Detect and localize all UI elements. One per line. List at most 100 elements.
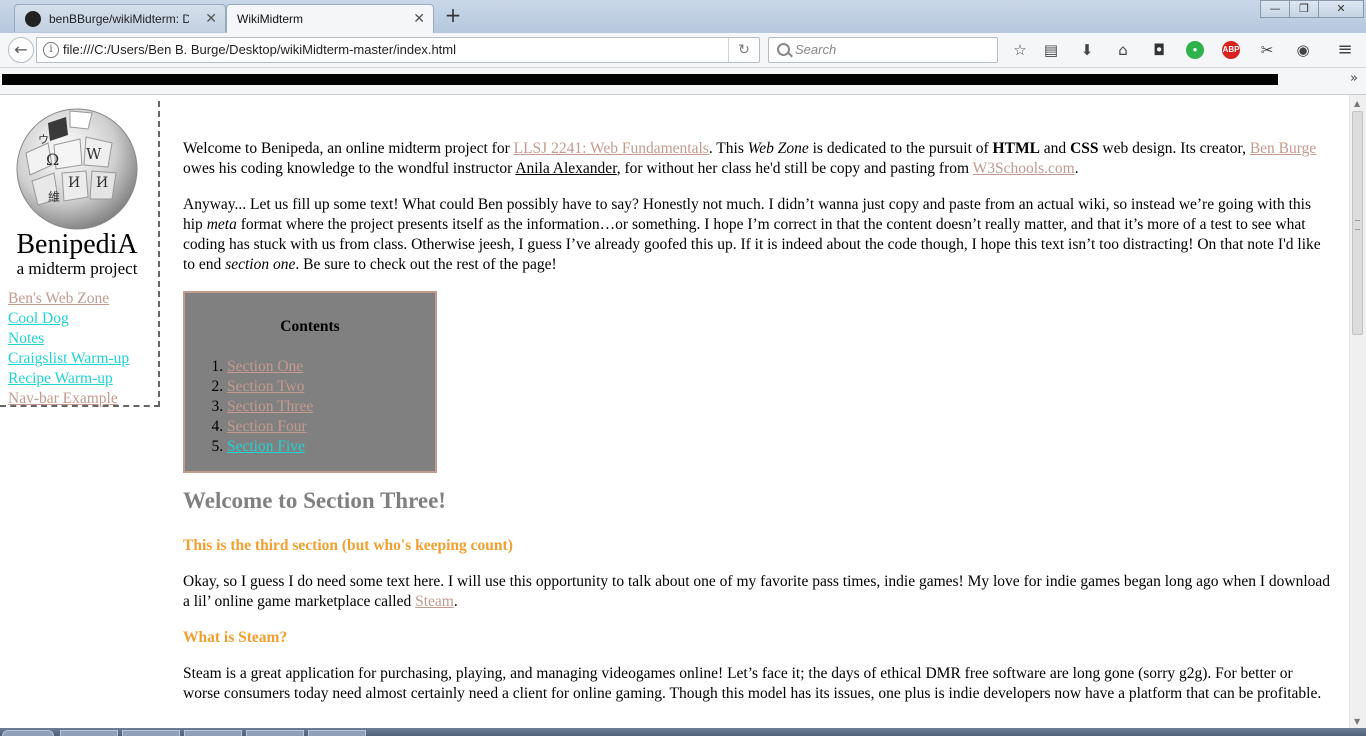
ben-burge-link[interactable]: Ben Burge [1250, 140, 1316, 157]
contents-link-section-three[interactable]: Section Three [227, 398, 313, 415]
w3schools-link[interactable]: W3Schools.com [973, 160, 1075, 177]
taskbar-item[interactable] [184, 730, 242, 736]
anila-alexander-link[interactable]: Anila Alexander [515, 160, 616, 177]
url-text[interactable]: file:///C:/Users/Ben B. Burge/Desktop/wi… [63, 38, 456, 62]
contents-link-section-two[interactable]: Section Two [227, 378, 304, 395]
tab-wikimidterm[interactable]: WikiMidterm ✕ [226, 4, 434, 33]
start-button[interactable] [2, 730, 54, 736]
home-icon[interactable]: ⌂ [1114, 41, 1132, 59]
reading-list-icon[interactable]: ▤ [1042, 41, 1060, 59]
grip-icon [1355, 220, 1360, 230]
intro-bold: HTML [992, 140, 1040, 157]
bookmarks-bar: » [0, 68, 1366, 95]
site-name: BenipediA [16, 229, 138, 260]
svg-text:И: И [96, 175, 108, 191]
taskbar [0, 728, 1366, 736]
intro-text: . This [708, 140, 748, 157]
svg-text:Ω: Ω [46, 150, 59, 169]
tab-strip: benBBurge/wikiMidterm: Du ✕ WikiMidterm … [0, 0, 1366, 34]
vertical-scrollbar[interactable]: ▲ ▼ [1349, 95, 1366, 728]
back-button[interactable]: ← [8, 37, 34, 63]
window-close-button[interactable]: ✕ [1318, 0, 1364, 18]
intro-text: owes his coding knowledge to the wondful… [183, 160, 516, 177]
pocket-icon[interactable]: ◘ [1150, 41, 1168, 59]
page-info-icon[interactable]: i [43, 42, 59, 58]
intro-text: Welcome to Benipeda, an online midterm p… [183, 140, 514, 157]
close-tab-icon[interactable]: ✕ [205, 5, 217, 31]
intro-bold: CSS [1070, 140, 1099, 157]
site-tagline: a midterm project [16, 259, 138, 278]
intro-text: . [1074, 160, 1079, 177]
section-three-paragraph: Okay, so I guess I do need some text her… [183, 572, 1333, 612]
paragraph-text: Okay, so I guess I do need some text her… [183, 573, 1331, 610]
contents-link-section-four[interactable]: Section Four [227, 418, 307, 435]
menu-icon[interactable]: ≡ [1336, 41, 1354, 59]
list-item: Section Four [227, 417, 313, 437]
taskbar-item[interactable] [246, 730, 304, 736]
evernote-icon[interactable]: ● [1186, 41, 1204, 59]
sidebar-link-recipe[interactable]: Recipe Warm-up [8, 369, 129, 389]
intro-text: is dedicated to the pursuit of [808, 140, 993, 157]
contents-title: Contents [280, 318, 340, 335]
download-icon[interactable]: ⬇ [1078, 41, 1096, 59]
page-viewport: Ω W И И 維 ウ BenipediA a midterm project … [0, 95, 1349, 728]
paragraph-text: . Be sure to check out the rest of the p… [295, 256, 557, 273]
intro-text: and [1039, 140, 1071, 157]
list-item: Section Three [227, 397, 313, 417]
svg-text:И: И [68, 175, 80, 191]
sidebar-link-cool-dog[interactable]: Cool Dog [8, 309, 129, 329]
sync-icon[interactable]: ◉ [1294, 41, 1312, 59]
screenshot-icon[interactable]: ✂ [1258, 41, 1276, 59]
paragraph-text: . [453, 593, 458, 610]
reload-icon[interactable]: ↻ [728, 38, 759, 62]
sidebar-nav: Ben's Web Zone Cool Dog Notes Craigslist… [8, 289, 129, 409]
tab-title: benBBurge/wikiMidterm: Du [49, 12, 189, 26]
scroll-up-icon[interactable]: ▲ [1354, 99, 1360, 108]
sidebar-link-notes[interactable]: Notes [8, 329, 129, 349]
minimize-button[interactable]: — [1260, 0, 1290, 18]
sidebar-link-navbar[interactable]: Nav-bar Example [8, 389, 129, 409]
paragraph-emphasis: meta [206, 216, 237, 233]
intro-emphasis: Web Zone [747, 140, 809, 157]
navigation-bar: ← i file:///C:/Users/Ben B. Burge/Deskto… [0, 33, 1366, 68]
section-one-paragraph: Anyway... Let us fill up some text! What… [183, 195, 1333, 275]
intro-paragraph: Welcome to Benipeda, an online midterm p… [183, 139, 1333, 179]
list-item: Section Two [227, 377, 313, 397]
sidebar-link-craigslist[interactable]: Craigslist Warm-up [8, 349, 129, 369]
taskbar-item[interactable] [308, 730, 366, 736]
scroll-down-icon[interactable]: ▼ [1354, 717, 1360, 726]
contents-list: Section One Section Two Section Three Se… [205, 357, 313, 457]
intro-text: , for without her class he'd still be co… [616, 160, 973, 177]
svg-text:ウ: ウ [38, 133, 49, 146]
section-three-heading: Welcome to Section Three! [183, 488, 446, 513]
svg-text:W: W [86, 145, 102, 163]
list-item: Section Five [227, 437, 313, 457]
github-icon [25, 11, 41, 27]
new-tab-button[interactable]: + [442, 5, 464, 27]
scrollbar-thumb[interactable] [1352, 111, 1363, 335]
search-placeholder: Search [795, 42, 837, 57]
list-item: Section One [227, 357, 313, 377]
wikipedia-globe-logo: Ω W И И 維 ウ [16, 108, 138, 230]
url-bar[interactable]: i file:///C:/Users/Ben B. Burge/Desktop/… [36, 37, 760, 63]
search-input[interactable]: Search [768, 37, 998, 63]
close-tab-icon[interactable]: ✕ [413, 5, 425, 31]
svg-text:維: 維 [48, 190, 60, 204]
contents-link-section-one[interactable]: Section One [227, 358, 303, 375]
contents-box: Contents Section One Section Two Section… [183, 291, 437, 473]
adblock-icon[interactable]: ABP [1222, 41, 1240, 59]
paragraph-emphasis: section one [225, 256, 296, 273]
sidebar: Ω W И И 維 ウ BenipediA a midterm project … [0, 101, 160, 407]
sidebar-link-webzone[interactable]: Ben's Web Zone [8, 289, 129, 309]
course-link[interactable]: LLSJ 2241: Web Fundamentals [514, 140, 709, 157]
taskbar-item[interactable] [60, 730, 118, 736]
intro-text: web design. Its creator, [1098, 140, 1250, 157]
what-is-steam-subheading: What is Steam? [183, 629, 288, 646]
restore-button[interactable]: ❐ [1289, 0, 1319, 18]
star-icon[interactable]: ☆ [1011, 41, 1029, 59]
steam-link[interactable]: Steam [415, 593, 454, 610]
taskbar-item[interactable] [122, 730, 180, 736]
contents-link-section-five[interactable]: Section Five [227, 438, 305, 455]
bookmarks-overflow-icon[interactable]: » [1350, 71, 1358, 86]
tab-github[interactable]: benBBurge/wikiMidterm: Du ✕ [14, 4, 226, 32]
